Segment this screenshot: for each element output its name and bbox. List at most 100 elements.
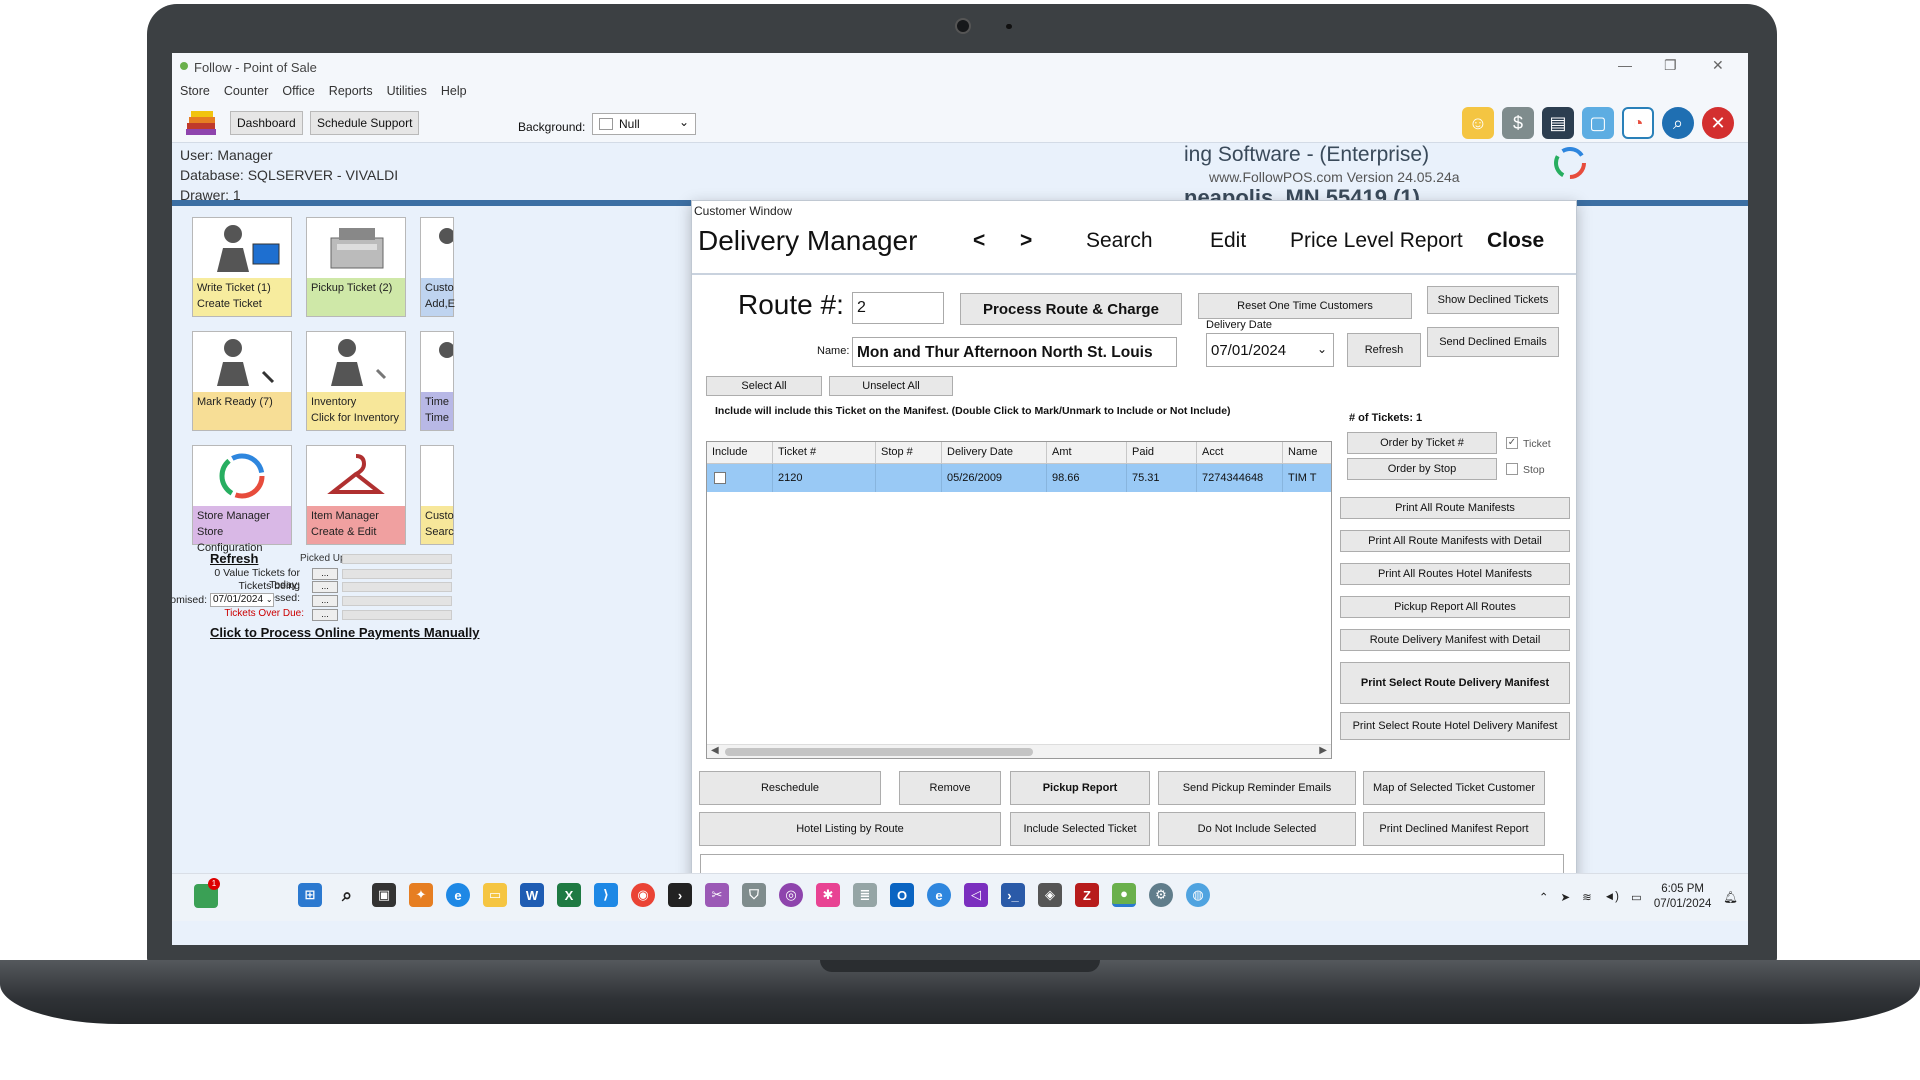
customer-search-tile[interactable]: Custo Searc — [420, 445, 454, 545]
menu-store[interactable]: Store — [180, 81, 210, 98]
close-button[interactable]: Close — [1487, 229, 1544, 253]
overdue-button[interactable]: ... — [312, 609, 338, 621]
pickup-report-all-routes-button[interactable]: Pickup Report All Routes — [1340, 596, 1570, 618]
start-icon[interactable]: ⊞ — [298, 883, 322, 907]
cell-include[interactable] — [707, 464, 773, 492]
follow-pos-icon[interactable]: ● — [1112, 883, 1136, 907]
wifi-icon[interactable]: ≋ — [1582, 890, 1592, 904]
delivery-date-select[interactable]: 07/01/2024 ⌄ — [1206, 333, 1334, 367]
process-route-button[interactable]: Process Route & Charge — [960, 293, 1182, 325]
col-delivery-date[interactable]: Delivery Date — [942, 442, 1047, 463]
word-icon[interactable]: W — [520, 883, 544, 907]
window-close-button[interactable]: ✕ — [1712, 57, 1724, 74]
database-icon[interactable]: ≣ — [853, 883, 877, 907]
powershell-icon[interactable]: ›_ — [1001, 883, 1025, 907]
location-icon[interactable]: ➤ — [1560, 890, 1570, 904]
task-view-icon[interactable]: ▣ — [372, 883, 396, 907]
filezilla-icon[interactable]: Z — [1075, 883, 1099, 907]
print-declined-report-button[interactable]: Print Declined Manifest Report — [1363, 812, 1545, 846]
menu-utilities[interactable]: Utilities — [387, 81, 427, 98]
col-paid[interactable]: Paid — [1127, 442, 1197, 463]
mark-ready-tile[interactable]: Mark Ready (7) — [192, 331, 292, 431]
promised-button[interactable]: ... — [312, 595, 338, 607]
route-delivery-manifest-detail-button[interactable]: Route Delivery Manifest with Detail — [1340, 629, 1570, 651]
search-button[interactable]: Search — [1086, 229, 1153, 253]
map-selected-customer-button[interactable]: Map of Selected Ticket Customer — [1363, 771, 1545, 805]
include-checkbox[interactable] — [714, 472, 726, 484]
restore-button[interactable]: ❐ — [1664, 57, 1677, 74]
internet-icon[interactable]: e — [927, 883, 951, 907]
send-declined-button[interactable]: Send Declined Emails — [1427, 327, 1559, 357]
zero-value-button[interactable]: ... — [312, 568, 338, 580]
ticket-checkbox[interactable]: ✓ — [1506, 437, 1518, 449]
menu-help[interactable]: Help — [441, 81, 467, 98]
bell-icon[interactable]: 🔔︎ — [1723, 890, 1738, 904]
item-manager-tile[interactable]: Item Manager Create & Edit — [306, 445, 406, 545]
document-icon[interactable]: ▢ — [1582, 107, 1614, 139]
pickup-report-button[interactable]: Pickup Report — [1010, 771, 1150, 805]
snipping-tool-icon[interactable]: ✂ — [705, 883, 729, 907]
edge-icon[interactable]: e — [446, 883, 470, 907]
col-amt[interactable]: Amt — [1047, 442, 1127, 463]
search-globe-icon[interactable]: ⌕ — [1662, 107, 1694, 139]
include-selected-button[interactable]: Include Selected Ticket — [1010, 812, 1150, 846]
col-name[interactable]: Name — [1283, 442, 1333, 463]
exit-icon[interactable]: ✕ — [1702, 107, 1734, 139]
pickup-ticket-tile[interactable]: Pickup Ticket (2) — [306, 217, 406, 317]
stop-checkbox[interactable] — [1506, 463, 1518, 475]
select-all-button[interactable]: Select All — [706, 376, 822, 396]
remove-button[interactable]: Remove — [899, 771, 1001, 805]
settings-gear-icon[interactable]: ⚙ — [1149, 883, 1173, 907]
vscode-icon[interactable]: ⟩ — [594, 883, 618, 907]
price-level-report-button[interactable]: Price Level Report — [1290, 229, 1463, 253]
search-icon[interactable]: ⌕ — [335, 883, 359, 907]
route-input[interactable]: 2 — [852, 292, 944, 324]
file-explorer-icon[interactable]: ▭ — [483, 883, 507, 907]
refresh-link[interactable]: Refresh — [210, 551, 258, 566]
col-acct[interactable]: Acct — [1197, 442, 1283, 463]
order-by-stop-button[interactable]: Order by Stop — [1347, 458, 1497, 480]
table-row[interactable]: 2120 05/26/2009 98.66 75.31 7274344648 T… — [707, 464, 1331, 492]
scroll-left-icon[interactable]: ◀ — [711, 745, 719, 756]
dashboard-button[interactable]: Dashboard — [230, 111, 303, 135]
horizontal-scrollbar[interactable]: ◀ ▶ — [707, 744, 1331, 758]
write-ticket-tile[interactable]: Write Ticket (1) Create Ticket — [192, 217, 292, 317]
color-tool-icon[interactable]: ✱ — [816, 883, 840, 907]
outlook-icon[interactable]: O — [890, 883, 914, 907]
gauge-icon[interactable]: ◔ — [1622, 107, 1654, 139]
scroll-right-icon[interactable]: ▶ — [1319, 745, 1327, 756]
schedule-support-button[interactable]: Schedule Support — [310, 111, 420, 135]
name-input[interactable]: Mon and Thur Afternoon North St. Louis — [852, 337, 1177, 367]
money-icon[interactable]: $ — [1502, 107, 1534, 139]
col-ticket[interactable]: Ticket # — [773, 442, 876, 463]
new-sign-icon[interactable]: ▤ — [1542, 107, 1574, 139]
books-icon[interactable] — [184, 109, 218, 137]
github-icon[interactable]: ◎ — [779, 883, 803, 907]
print-all-route-manifests-detail-button[interactable]: Print All Route Manifests with Detail — [1340, 530, 1570, 552]
col-include[interactable]: Include — [707, 442, 773, 463]
reschedule-button[interactable]: Reschedule — [699, 771, 881, 805]
minimize-button[interactable]: — — [1618, 57, 1632, 73]
chrome-icon[interactable]: ◉ — [631, 883, 655, 907]
chevron-up-icon[interactable]: ⌃ — [1539, 890, 1549, 904]
excel-icon[interactable]: X — [557, 883, 581, 907]
shield-icon[interactable]: ⛉ — [742, 883, 766, 907]
inventory-tile[interactable]: Inventory Click for Inventory — [306, 331, 406, 431]
user-figure-icon[interactable]: ☺ — [1462, 107, 1494, 139]
globe-icon[interactable]: ◍ — [1186, 883, 1210, 907]
background-select[interactable]: Null ⌄ — [592, 113, 696, 135]
volume-icon[interactable]: ◄) — [1604, 891, 1619, 903]
clock[interactable]: 6:05 PM 07/01/2024 — [1654, 882, 1712, 912]
hotel-listing-button[interactable]: Hotel Listing by Route — [699, 812, 1001, 846]
processing-button[interactable]: ... — [312, 581, 338, 593]
copilot-icon[interactable]: ✦ — [409, 883, 433, 907]
time-tile[interactable]: Time Time — [420, 331, 454, 431]
send-pickup-reminder-button[interactable]: Send Pickup Reminder Emails — [1158, 771, 1356, 805]
edit-button[interactable]: Edit — [1210, 229, 1246, 253]
menu-counter[interactable]: Counter — [224, 81, 268, 98]
do-not-include-button[interactable]: Do Not Include Selected — [1158, 812, 1356, 846]
menu-reports[interactable]: Reports — [329, 81, 373, 98]
promised-date-select[interactable]: 07/01/2024 ⌄ — [210, 593, 274, 607]
prev-button[interactable]: < — [973, 229, 985, 253]
battery-icon[interactable]: ▭ — [1631, 890, 1642, 904]
